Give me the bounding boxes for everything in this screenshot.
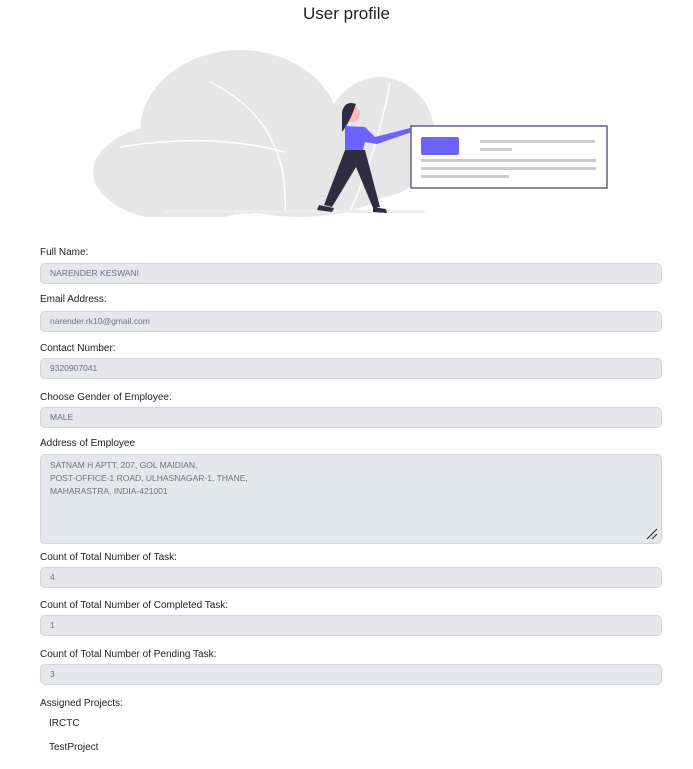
gender-label: Choose Gender of Employee: (40, 392, 172, 403)
address-textarea[interactable]: SATNAM H APTT, 207, GOL MAIDIAN, POST-OF… (40, 454, 662, 544)
contact-label: Contact Number: (40, 343, 116, 354)
contact-field[interactable]: 9320907041 (40, 358, 662, 379)
completed-tasks-label: Count of Total Number of Completed Task: (40, 600, 229, 611)
project-item: IRCTC (49, 718, 80, 729)
project-item: TestProject (49, 742, 99, 753)
address-text: SATNAM H APTT, 207, GOL MAIDIAN, POST-OF… (50, 460, 248, 496)
page-title: User profile (303, 4, 390, 23)
assigned-projects-label: Assigned Projects: (40, 698, 123, 709)
address-label: Address of Employee (40, 438, 136, 449)
profile-illustration (93, 50, 608, 217)
total-tasks-label: Count of Total Number of Task: (40, 552, 177, 563)
full-name-label: Full Name: (40, 247, 89, 258)
pending-tasks-field[interactable]: 3 (40, 664, 662, 685)
email-field[interactable]: narender.rk10@gmail.com (40, 311, 662, 332)
total-tasks-field[interactable]: 4 (40, 567, 662, 588)
full-name-field[interactable]: NARENDER KESWANI (40, 263, 662, 284)
gender-field[interactable]: MALE (40, 407, 662, 428)
pending-tasks-label: Count of Total Number of Pending Task: (40, 649, 217, 660)
completed-tasks-field[interactable]: 1 (40, 615, 662, 636)
email-label: Email Address: (40, 294, 107, 305)
resize-handle-icon[interactable] (646, 528, 658, 540)
